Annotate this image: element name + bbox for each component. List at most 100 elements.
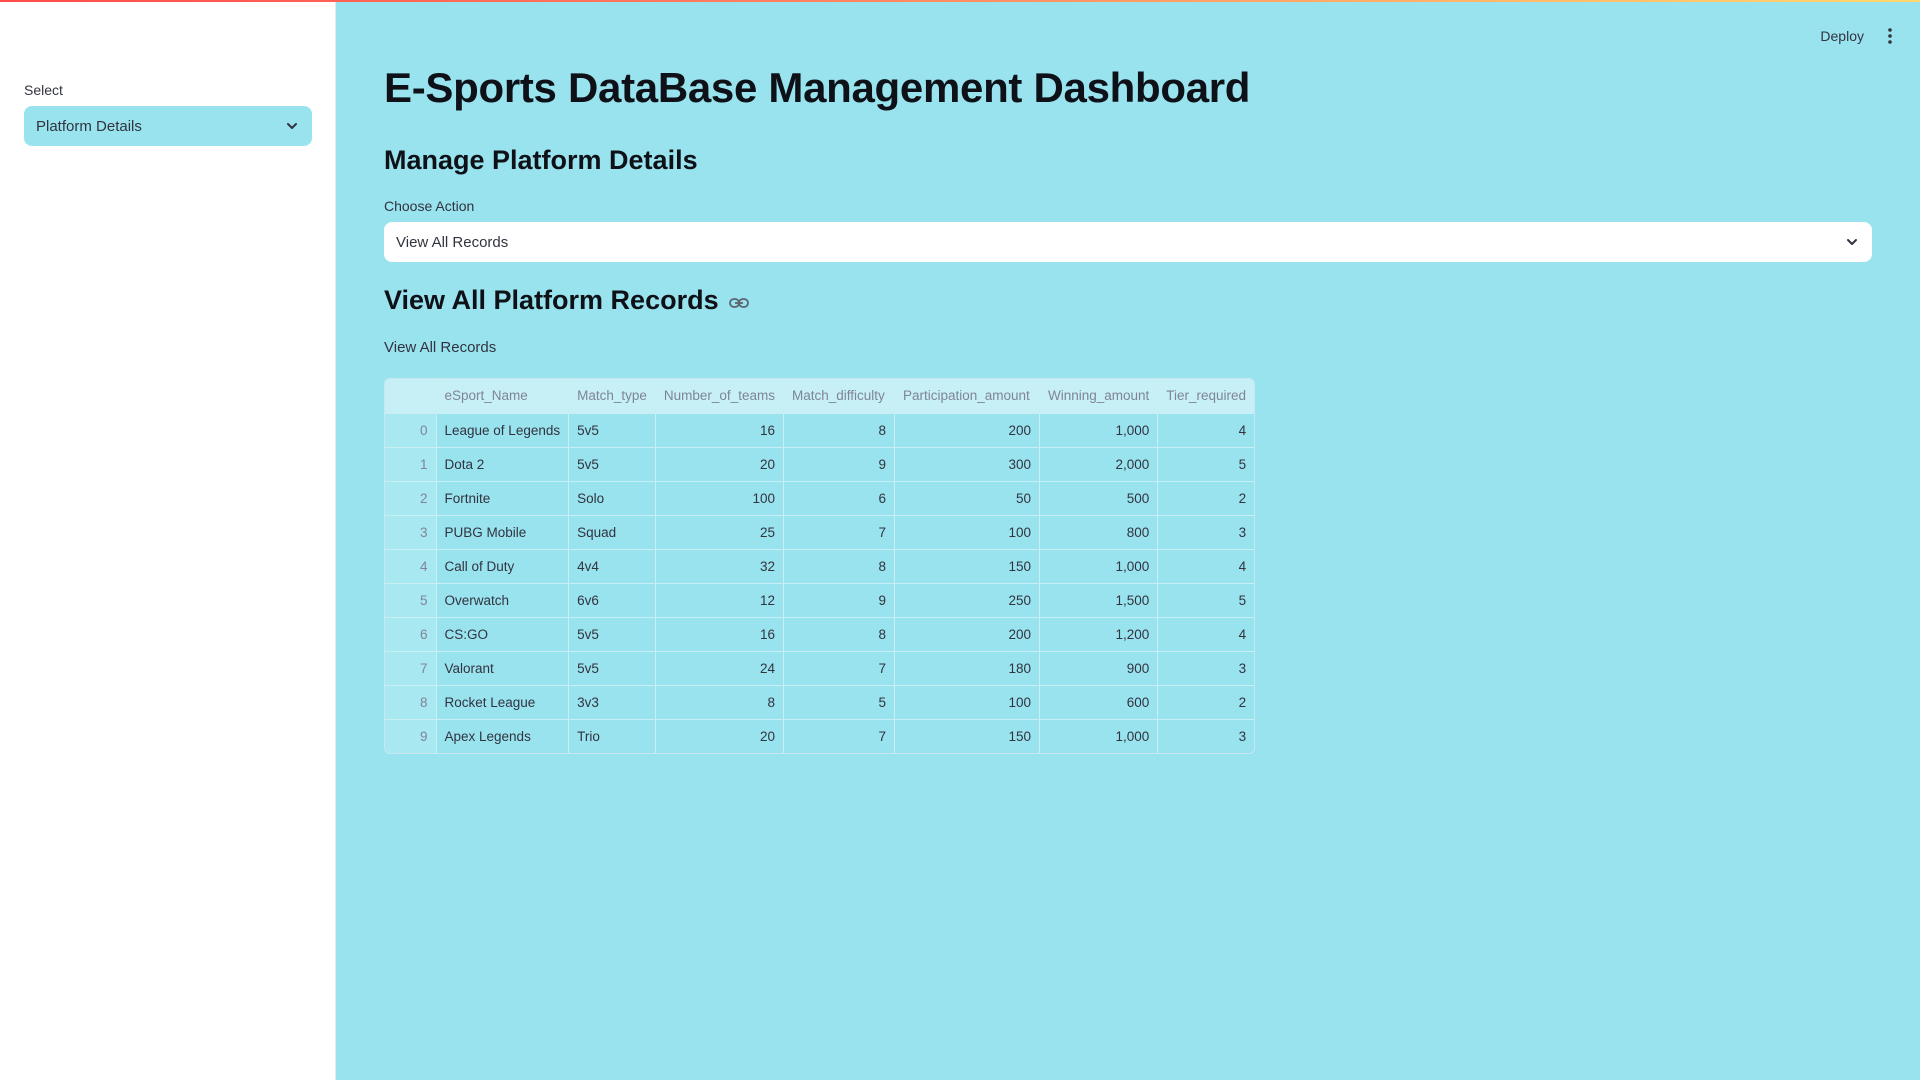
table-row[interactable]: 6 CS:GO 5v5 16 8 200 1,200 4 — [385, 617, 1255, 652]
link-icon[interactable] — [728, 293, 749, 313]
participation-amount-cell[interactable]: 180 — [894, 651, 1040, 686]
column-header-match-difficulty[interactable]: Match_difficulty — [783, 379, 895, 414]
esport-name-cell[interactable]: Valorant — [436, 651, 570, 686]
esport-name-cell[interactable]: Dota 2 — [436, 447, 570, 482]
tier-required-cell[interactable]: 3 — [1157, 651, 1255, 686]
esport-name-cell[interactable]: PUBG Mobile — [436, 515, 570, 550]
records-table[interactable]: eSport_Name Match_type Number_of_teams M… — [384, 378, 1256, 754]
participation-amount-cell[interactable]: 250 — [894, 583, 1040, 618]
column-header-number-of-teams[interactable]: Number_of_teams — [655, 379, 784, 414]
esport-name-cell[interactable]: Rocket League — [436, 685, 570, 720]
match-difficulty-cell[interactable]: 7 — [783, 515, 895, 550]
tier-required-cell[interactable]: 3 — [1157, 719, 1255, 753]
match-difficulty-cell[interactable]: 8 — [783, 549, 895, 584]
row-index[interactable]: 2 — [385, 481, 437, 516]
kebab-menu-icon[interactable] — [1882, 26, 1898, 46]
match-difficulty-cell[interactable]: 9 — [783, 447, 895, 482]
match-difficulty-cell[interactable]: 7 — [783, 651, 895, 686]
winning-amount-cell[interactable]: 1,000 — [1039, 549, 1159, 584]
number-of-teams-cell[interactable]: 16 — [655, 617, 784, 652]
table-row[interactable]: 7 Valorant 5v5 24 7 180 900 3 — [385, 651, 1255, 686]
winning-amount-cell[interactable]: 900 — [1039, 651, 1159, 686]
number-of-teams-cell[interactable]: 100 — [655, 481, 784, 516]
column-header-winning-amount[interactable]: Winning_amount — [1039, 379, 1159, 414]
esport-name-cell[interactable]: CS:GO — [436, 617, 570, 652]
tier-required-cell[interactable]: 2 — [1157, 481, 1255, 516]
sidebar-select[interactable]: Platform Details — [24, 106, 312, 146]
table-row[interactable]: 8 Rocket League 3v3 8 5 100 600 2 — [385, 685, 1255, 720]
participation-amount-cell[interactable]: 200 — [894, 413, 1040, 448]
participation-amount-cell[interactable]: 150 — [894, 549, 1040, 584]
match-difficulty-cell[interactable]: 6 — [783, 481, 895, 516]
number-of-teams-cell[interactable]: 16 — [655, 413, 784, 448]
table-row[interactable]: 5 Overwatch 6v6 12 9 250 1,500 5 — [385, 583, 1255, 618]
match-difficulty-cell[interactable]: 7 — [783, 719, 895, 753]
match-type-cell[interactable]: 5v5 — [568, 413, 656, 448]
column-header-esport-name[interactable]: eSport_Name — [436, 379, 570, 414]
match-type-cell[interactable]: 4v4 — [568, 549, 656, 584]
participation-amount-cell[interactable]: 300 — [894, 447, 1040, 482]
column-header-index[interactable] — [385, 379, 437, 414]
table-row[interactable]: 2 Fortnite Solo 100 6 50 500 2 — [385, 481, 1255, 516]
match-type-cell[interactable]: 3v3 — [568, 685, 656, 720]
match-type-cell[interactable]: Trio — [568, 719, 656, 753]
tier-required-cell[interactable]: 2 — [1157, 685, 1255, 720]
participation-amount-cell[interactable]: 100 — [894, 515, 1040, 550]
match-difficulty-cell[interactable]: 8 — [783, 413, 895, 448]
row-index[interactable]: 8 — [385, 685, 437, 720]
match-type-cell[interactable]: Solo — [568, 481, 656, 516]
esport-name-cell[interactable]: Apex Legends — [436, 719, 570, 753]
row-index[interactable]: 7 — [385, 651, 437, 686]
esport-name-cell[interactable]: Overwatch — [436, 583, 570, 618]
tier-required-cell[interactable]: 5 — [1157, 447, 1255, 482]
table-row[interactable]: 3 PUBG Mobile Squad 25 7 100 800 3 — [385, 515, 1255, 550]
winning-amount-cell[interactable]: 1,500 — [1039, 583, 1159, 618]
participation-amount-cell[interactable]: 100 — [894, 685, 1040, 720]
winning-amount-cell[interactable]: 500 — [1039, 481, 1159, 516]
winning-amount-cell[interactable]: 600 — [1039, 685, 1159, 720]
esport-name-cell[interactable]: Fortnite — [436, 481, 570, 516]
match-difficulty-cell[interactable]: 5 — [783, 685, 895, 720]
participation-amount-cell[interactable]: 200 — [894, 617, 1040, 652]
number-of-teams-cell[interactable]: 24 — [655, 651, 784, 686]
participation-amount-cell[interactable]: 150 — [894, 719, 1040, 753]
table-row[interactable]: 0 League of Legends 5v5 16 8 200 1,000 4 — [385, 413, 1255, 448]
table-row[interactable]: 1 Dota 2 5v5 20 9 300 2,000 5 — [385, 447, 1255, 482]
tier-required-cell[interactable]: 4 — [1157, 617, 1255, 652]
tier-required-cell[interactable]: 4 — [1157, 413, 1255, 448]
number-of-teams-cell[interactable]: 25 — [655, 515, 784, 550]
match-difficulty-cell[interactable]: 8 — [783, 617, 895, 652]
tier-required-cell[interactable]: 3 — [1157, 515, 1255, 550]
number-of-teams-cell[interactable]: 20 — [655, 719, 784, 753]
winning-amount-cell[interactable]: 1,000 — [1039, 413, 1159, 448]
column-header-tier-required[interactable]: Tier_required — [1157, 379, 1255, 414]
winning-amount-cell[interactable]: 1,200 — [1039, 617, 1159, 652]
action-select[interactable]: View All Records — [384, 222, 1872, 262]
row-index[interactable]: 6 — [385, 617, 437, 652]
number-of-teams-cell[interactable]: 8 — [655, 685, 784, 720]
winning-amount-cell[interactable]: 1,000 — [1039, 719, 1159, 753]
match-type-cell[interactable]: 5v5 — [568, 651, 656, 686]
row-index[interactable]: 0 — [385, 413, 437, 448]
column-header-participation-amount[interactable]: Participation_amount — [894, 379, 1040, 414]
row-index[interactable]: 9 — [385, 719, 437, 753]
winning-amount-cell[interactable]: 2,000 — [1039, 447, 1159, 482]
match-type-cell[interactable]: 5v5 — [568, 447, 656, 482]
number-of-teams-cell[interactable]: 32 — [655, 549, 784, 584]
esport-name-cell[interactable]: Call of Duty — [436, 549, 570, 584]
row-index[interactable]: 5 — [385, 583, 437, 618]
match-type-cell[interactable]: Squad — [568, 515, 656, 550]
table-row[interactable]: 4 Call of Duty 4v4 32 8 150 1,000 4 — [385, 549, 1255, 584]
number-of-teams-cell[interactable]: 20 — [655, 447, 784, 482]
match-type-cell[interactable]: 6v6 — [568, 583, 656, 618]
table-row[interactable]: 9 Apex Legends Trio 20 7 150 1,000 3 — [385, 719, 1255, 753]
winning-amount-cell[interactable]: 800 — [1039, 515, 1159, 550]
column-header-match-type[interactable]: Match_type — [568, 379, 656, 414]
row-index[interactable]: 1 — [385, 447, 437, 482]
number-of-teams-cell[interactable]: 12 — [655, 583, 784, 618]
match-difficulty-cell[interactable]: 9 — [783, 583, 895, 618]
match-type-cell[interactable]: 5v5 — [568, 617, 656, 652]
participation-amount-cell[interactable]: 50 — [894, 481, 1040, 516]
deploy-button[interactable]: Deploy — [1820, 28, 1864, 44]
tier-required-cell[interactable]: 4 — [1157, 549, 1255, 584]
